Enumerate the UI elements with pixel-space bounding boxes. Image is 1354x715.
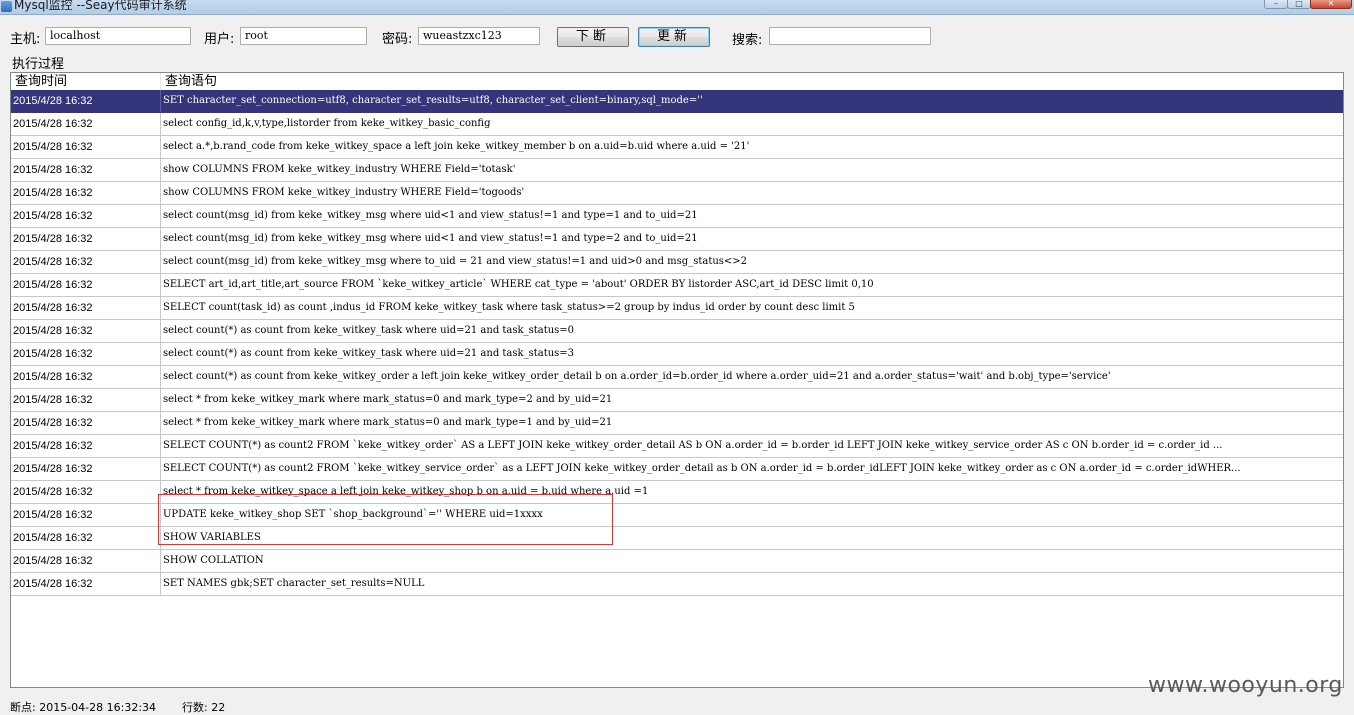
update-button[interactable]: 更新 [638, 27, 710, 47]
query-sql-cell: select count(msg_id) from keke_witkey_ms… [163, 210, 698, 221]
query-time-cell: 2015/4/28 16:32 [11, 228, 161, 250]
query-time-cell: 2015/4/28 16:32 [11, 182, 161, 204]
table-row[interactable]: 2015/4/28 16:32 SELECT count(task_id) as … [11, 297, 1343, 320]
query-sql-cell: select count(*) as count from keke_witke… [163, 325, 575, 336]
query-time-cell: 2015/4/28 16:32 [11, 274, 161, 296]
query-sql-cell: SELECT count(task_id) as count ,indus_id… [163, 302, 855, 313]
list-header: 查询时间 查询语句 [11, 73, 1343, 91]
query-time-cell: 2015/4/28 16:32 [11, 366, 161, 388]
query-sql-cell: select count(msg_id) from keke_witkey_ms… [163, 256, 748, 267]
query-sql-cell: UPDATE keke_witkey_shop SET `shop_backgr… [163, 509, 543, 520]
table-row[interactable]: 2015/4/28 16:32 UPDATE keke_witkey_shop S… [11, 504, 1343, 527]
query-sql-cell: SELECT COUNT(*) as count2 FROM `keke_wit… [163, 440, 1223, 451]
query-time-cell: 2015/4/28 16:32 [11, 159, 161, 181]
table-row[interactable]: 2015/4/28 16:32 SET NAMES gbk;SET charact… [11, 573, 1343, 596]
window-title: Mysql监控 --Seay代码审计系统 [14, 0, 187, 12]
query-time-cell: 2015/4/28 16:32 [11, 90, 161, 112]
table-row[interactable]: 2015/4/28 16:32 select a.*,b.rand_code fr… [11, 136, 1343, 159]
column-header-time[interactable]: 查询时间 [11, 73, 161, 90]
query-time-cell: 2015/4/28 16:32 [11, 205, 161, 227]
query-time-cell: 2015/4/28 16:32 [11, 136, 161, 158]
query-time-cell: 2015/4/28 16:32 [11, 573, 161, 595]
query-sql-cell: show COLUMNS FROM keke_witkey_industry W… [163, 164, 516, 175]
query-sql-cell: select config_id,k,v,type,listorder from… [163, 118, 491, 129]
query-sql-cell: SELECT COUNT(*) as count2 FROM `keke_wit… [163, 463, 1241, 474]
column-header-sql[interactable]: 查询语句 [161, 73, 1343, 90]
table-row[interactable]: 2015/4/28 16:32 select config_id,k,v,type… [11, 113, 1343, 136]
table-row[interactable]: 2015/4/28 16:32 SELECT COUNT(*) as count2… [11, 458, 1343, 481]
query-sql-cell: select count(*) as count from keke_witke… [163, 348, 575, 359]
table-row[interactable]: 2015/4/28 16:32 select count(*) as count … [11, 343, 1343, 366]
query-time-cell: 2015/4/28 16:32 [11, 435, 161, 457]
minimize-icon[interactable]: – [1264, 0, 1288, 9]
query-time-cell: 2015/4/28 16:32 [11, 527, 161, 549]
query-time-cell: 2015/4/28 16:32 [11, 251, 161, 273]
app-icon [1, 1, 12, 12]
table-row[interactable]: 2015/4/28 16:32 select count(msg_id) from… [11, 205, 1343, 228]
table-row[interactable]: 2015/4/28 16:32 select count(msg_id) from… [11, 251, 1343, 274]
query-sql-cell: SET NAMES gbk;SET character_set_results=… [163, 578, 425, 589]
title-bar: Mysql监控 --Seay代码审计系统 – □ ✕ [0, 0, 1354, 15]
query-sql-cell: SHOW VARIABLES [163, 532, 261, 543]
user-input[interactable]: root [240, 27, 367, 45]
query-sql-cell: SELECT art_id,art_title,art_source FROM … [163, 279, 874, 290]
query-time-cell: 2015/4/28 16:32 [11, 113, 161, 135]
host-label: 主机: [10, 32, 41, 47]
query-sql-cell: show COLUMNS FROM keke_witkey_industry W… [163, 187, 525, 198]
table-row[interactable]: 2015/4/28 16:32 SELECT COUNT(*) as count2… [11, 435, 1343, 458]
table-row[interactable]: 2015/4/28 16:32 select * from keke_witkey… [11, 389, 1343, 412]
table-row[interactable]: 2015/4/28 16:32 select count(*) as count … [11, 366, 1343, 389]
query-sql-cell: select count(msg_id) from keke_witkey_ms… [163, 233, 698, 244]
table-row[interactable]: 2015/4/28 16:32 SET character_set_connect… [11, 90, 1343, 113]
query-sql-cell: select a.*,b.rand_code from keke_witkey_… [163, 141, 750, 152]
breakpoint-button[interactable]: 下断 [557, 27, 629, 47]
status-bar: 断点: 2015-04-28 16:32:34 行数: 22 [0, 696, 1354, 715]
user-label: 用户: [204, 32, 235, 47]
query-time-cell: 2015/4/28 16:32 [11, 297, 161, 319]
password-input[interactable]: wueastzxc123 [418, 27, 540, 45]
query-sql-cell: select * from keke_witkey_space a left j… [163, 486, 649, 497]
query-time-cell: 2015/4/28 16:32 [11, 550, 161, 572]
table-row[interactable]: 2015/4/28 16:32 select * from keke_witkey… [11, 481, 1343, 504]
breakpoint-status: 断点: 2015-04-28 16:32:34 [10, 701, 157, 714]
table-row[interactable]: 2015/4/28 16:32 select count(msg_id) from… [11, 228, 1343, 251]
query-time-cell: 2015/4/28 16:32 [11, 320, 161, 342]
search-label: 搜索: [732, 33, 763, 48]
query-time-cell: 2015/4/28 16:32 [11, 412, 161, 434]
search-input[interactable] [769, 27, 931, 45]
query-time-cell: 2015/4/28 16:32 [11, 343, 161, 365]
query-time-cell: 2015/4/28 16:32 [11, 389, 161, 411]
query-sql-cell: select count(*) as count from keke_witke… [163, 371, 1111, 382]
query-list[interactable]: 查询时间 查询语句 2015/4/28 16:32 SET character_s… [10, 72, 1344, 688]
table-row[interactable]: 2015/4/28 16:32 select count(*) as count … [11, 320, 1343, 343]
table-row[interactable]: 2015/4/28 16:32 SHOW VARIABLES [11, 527, 1343, 550]
table-row[interactable]: 2015/4/28 16:32 SELECT art_id,art_title,a… [11, 274, 1343, 297]
query-sql-cell: SHOW COLLATION [163, 555, 264, 566]
watermark: www.wooyun.org [1148, 673, 1343, 698]
maximize-icon[interactable]: □ [1287, 0, 1311, 9]
host-input[interactable]: localhost [45, 27, 191, 45]
query-time-cell: 2015/4/28 16:32 [11, 458, 161, 480]
query-time-cell: 2015/4/28 16:32 [11, 481, 161, 503]
query-sql-cell: select * from keke_witkey_mark where mar… [163, 394, 613, 405]
table-row[interactable]: 2015/4/28 16:32 show COLUMNS FROM keke_wi… [11, 159, 1343, 182]
query-sql-cell: SET character_set_connection=utf8, chara… [163, 95, 703, 106]
query-sql-cell: select * from keke_witkey_mark where mar… [163, 417, 613, 428]
query-time-cell: 2015/4/28 16:32 [11, 504, 161, 526]
close-icon[interactable]: ✕ [1310, 0, 1352, 9]
table-row[interactable]: 2015/4/28 16:32 SHOW COLLATION [11, 550, 1343, 573]
table-row[interactable]: 2015/4/28 16:32 show COLUMNS FROM keke_wi… [11, 182, 1343, 205]
table-row[interactable]: 2015/4/28 16:32 select * from keke_witkey… [11, 412, 1343, 435]
password-label: 密码: [382, 32, 413, 47]
row-count-status: 行数: 22 [182, 701, 226, 714]
execution-process-label: 执行过程 [12, 57, 65, 72]
